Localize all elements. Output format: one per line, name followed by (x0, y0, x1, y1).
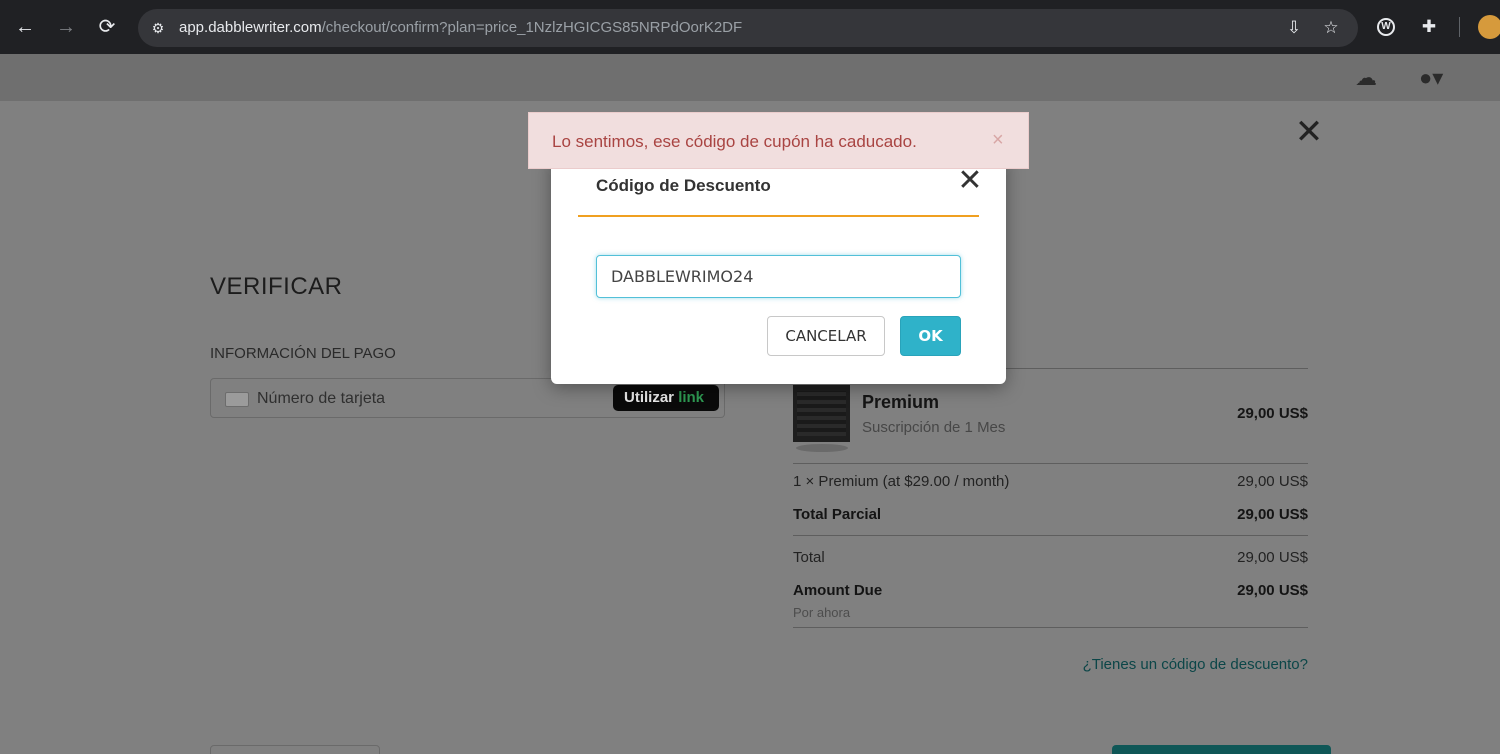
reload-icon[interactable]: ⟳ (94, 14, 120, 40)
puzzle-icon[interactable]: ✚ (1417, 15, 1441, 39)
modal-title-rule (578, 215, 979, 217)
discount-code-modal: Código de Descuento ✕ CANCELAR OK (551, 153, 1006, 384)
account-icon[interactable]: ●▾ (1419, 66, 1443, 90)
toolbar-divider (1459, 17, 1460, 37)
subtotal-value: 29,00 US$ (1237, 506, 1308, 523)
discount-code-link[interactable]: ¿Tienes un código de descuento? (1000, 656, 1308, 673)
modal-title: Código de Descuento (596, 176, 771, 195)
cloud-sync-icon[interactable]: ☁ (1355, 66, 1377, 90)
back-icon[interactable]: ← (12, 14, 38, 40)
star-icon[interactable]: ☆ (1320, 17, 1342, 39)
close-icon[interactable]: ✕ (1294, 115, 1324, 149)
amount-due-note: Por ahora (793, 605, 851, 620)
submit-button[interactable] (1112, 745, 1331, 754)
coupon-code-input[interactable] (596, 255, 961, 298)
ok-button[interactable]: OK (900, 316, 961, 356)
site-info-icon[interactable]: ⚙ (148, 18, 168, 38)
url-text[interactable]: app.dabblewriter.com/checkout/confirm?pl… (179, 19, 742, 36)
payment-info-label: INFORMACIÓN DEL PAGO (210, 345, 396, 362)
amount-due-value: 29,00 US$ (1237, 582, 1308, 599)
line-item-label: 1 × Premium (at $29.00 / month) (793, 473, 1010, 490)
back-button[interactable] (210, 745, 380, 754)
product-name: Premium (862, 392, 940, 412)
amount-due-label: Amount Due (793, 582, 883, 599)
link-brand: link (678, 389, 705, 406)
install-icon[interactable]: ⇩ (1283, 17, 1305, 39)
summary-divider (793, 627, 1308, 628)
cancel-button[interactable]: CANCELAR (767, 316, 885, 356)
line-item-value: 29,00 US$ (1237, 473, 1308, 490)
card-icon (225, 392, 249, 407)
product-price: 29,00 US$ (1237, 405, 1308, 422)
address-bar[interactable]: ⚙ app.dabblewriter.com/checkout/confirm?… (138, 9, 1358, 47)
forward-icon[interactable]: → (53, 14, 79, 40)
url-host: app.dabblewriter.com (179, 19, 322, 36)
page-title: VERIFICAR (210, 273, 343, 300)
profile-avatar[interactable] (1478, 15, 1500, 39)
alert-close-icon[interactable]: × (992, 130, 1004, 150)
summary-divider (793, 463, 1308, 464)
summary-divider (793, 535, 1308, 536)
product-thumbnail (793, 385, 850, 442)
product-subscription: Suscripción de 1 Mes (862, 419, 1006, 436)
extension-w-icon[interactable]: W (1377, 18, 1395, 36)
total-value: 29,00 US$ (1237, 549, 1308, 566)
total-label: Total (793, 549, 825, 566)
thumbnail-shadow (796, 444, 848, 452)
card-number-field[interactable]: Número de tarjeta Utilizar link (210, 378, 725, 418)
link-button-prefix: Utilizar (624, 389, 675, 406)
coupon-expired-alert: Lo sentimos, ese código de cupón ha cadu… (528, 112, 1029, 169)
url-path: /checkout/confirm?plan=price_1NzlzHGICGS… (321, 19, 743, 36)
app-header: ☁ ●▾ (0, 54, 1500, 101)
use-link-button[interactable]: Utilizar link (613, 385, 719, 411)
card-number-placeholder: Número de tarjeta (257, 390, 386, 407)
modal-close-icon[interactable]: ✕ (956, 166, 984, 196)
subtotal-label: Total Parcial (793, 506, 882, 523)
browser-toolbar: ← → ⟳ ⚙ app.dabblewriter.com/checkout/co… (0, 0, 1500, 54)
alert-message: Lo sentimos, ese código de cupón ha cadu… (552, 132, 917, 151)
